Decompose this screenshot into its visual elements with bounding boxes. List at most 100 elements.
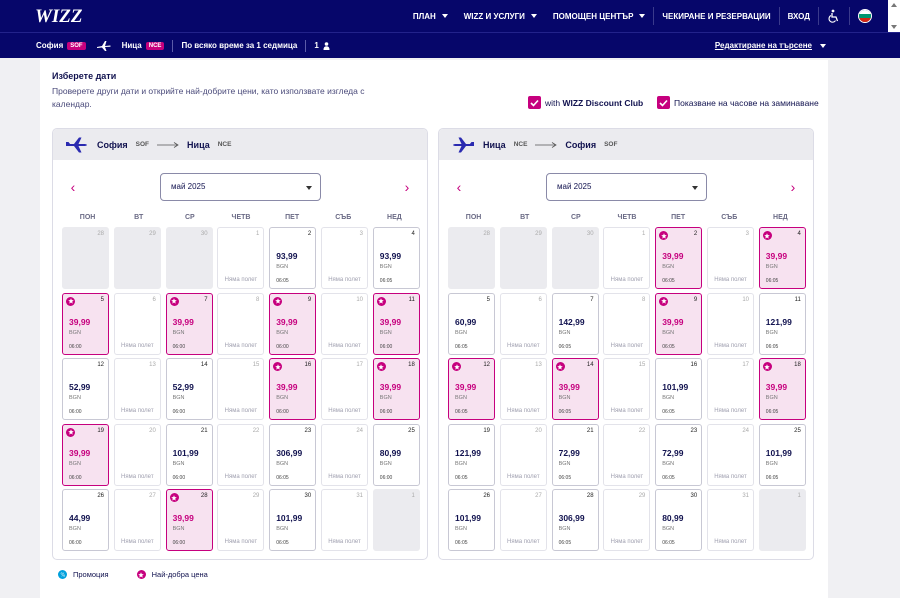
checkbox-checked-icon[interactable] <box>528 96 541 109</box>
fare-price: 39,99 <box>455 382 477 392</box>
month-select[interactable]: май 2025 <box>160 173 321 201</box>
nav-login[interactable]: ВХОД <box>780 0 818 32</box>
calendar-day[interactable]: 5 60,99 BGN 06:05 <box>448 292 495 355</box>
calendar-day[interactable]: 30 80,99 BGN 06:05 <box>655 489 703 551</box>
calendar-day[interactable]: 21 101,99 BGN 06:00 <box>165 423 213 486</box>
calendar-day-best-price[interactable]: 19 39,99 BGN 06:00 <box>62 423 109 486</box>
chevron-down-icon <box>820 43 826 48</box>
calendar-day[interactable]: 12 52,99 BGN 06:00 <box>62 358 109 420</box>
calendar-day[interactable]: 11 121,99 BGN 06:05 <box>758 292 806 355</box>
day-number: 5 <box>486 296 490 303</box>
day-number: 22 <box>638 427 646 434</box>
calendar-day-best-price[interactable]: 18 39,99 BGN 06:00 <box>372 358 420 420</box>
calendar-day-best-price[interactable]: 7 39,99 BGN 06:00 <box>165 292 213 355</box>
departure-time: 06:05 <box>455 474 468 481</box>
departure-time: 06:05 <box>558 540 572 546</box>
accessibility-button[interactable] <box>819 0 849 32</box>
scroll-up-icon <box>891 3 897 7</box>
calendar-day[interactable]: 7 142,99 BGN 06:05 <box>551 292 599 355</box>
legend-promo: % Промоция <box>58 570 109 579</box>
departure-time: 06:00 <box>172 409 186 415</box>
fare-currency: BGN <box>276 395 289 401</box>
checkbox-checked-icon[interactable] <box>657 96 670 109</box>
calendar-day-best-price[interactable]: 11 39,99 BGN 06:00 <box>372 292 420 355</box>
day-number: 29 <box>149 231 156 237</box>
calendar-day-best-price[interactable]: 2 39,99 BGN 06:05 <box>655 227 703 289</box>
calendar-day-no-flight: 3 Няма полет <box>707 227 754 289</box>
calendar-day-best-price[interactable]: 5 39,99 BGN 06:00 <box>62 292 109 355</box>
discount-club-checkbox[interactable]: with WIZZ Discount Club <box>528 96 643 109</box>
calendar-day[interactable]: 2 93,99 BGN 06:05 <box>269 227 317 289</box>
edit-search-button[interactable]: Редактиране на търсене <box>715 41 826 50</box>
calendar-day-no-flight: 27 Няма полет <box>499 489 547 551</box>
calendar-day[interactable]: 4 93,99 BGN 06:05 <box>372 227 420 289</box>
calendar-day-best-price[interactable]: 14 39,99 BGN 06:05 <box>551 358 599 420</box>
chevron-down-icon <box>530 14 537 18</box>
calendar-day[interactable]: 25 80,99 BGN 06:00 <box>372 423 420 486</box>
next-month-button[interactable]: › <box>787 180 799 194</box>
departure-time: 06:05 <box>455 409 468 415</box>
calendar-day-outside-month: 30 <box>165 227 213 289</box>
calendar-day-best-price[interactable]: 4 39,99 BGN 06:05 <box>758 227 806 289</box>
departure-time: 06:05 <box>455 343 468 350</box>
fare-currency: BGN <box>558 395 571 401</box>
calendar-day[interactable]: 25 101,99 BGN 06:05 <box>758 423 806 486</box>
day-number: 29 <box>535 231 542 237</box>
fare-price: 101,99 <box>172 447 199 458</box>
weekday-label: СЪБ <box>721 214 738 221</box>
next-month-button[interactable]: › <box>401 180 413 194</box>
no-flight-label: Няма полет <box>328 342 361 349</box>
calendar-day-no-flight: 20 Няма полет <box>499 423 547 486</box>
fare-currency: BGN <box>379 395 392 401</box>
destination-city: Ница <box>121 41 142 50</box>
calendar-day[interactable]: 19 121,99 BGN 06:05 <box>448 423 495 486</box>
calendar-day[interactable]: 16 101,99 BGN 06:05 <box>655 358 703 420</box>
weekday-header: ПОН ВТ СР ЧЕТВ ПЕТ СЪБ НЕД <box>448 214 806 221</box>
prev-month-button[interactable]: ‹ <box>67 180 79 194</box>
show-times-checkbox[interactable]: Показване на часове на заминаване <box>657 96 819 109</box>
scrollbar[interactable] <box>888 0 900 32</box>
calendar-day-best-price[interactable]: 28 39,99 BGN 06:00 <box>165 489 213 551</box>
fare-price: 80,99 <box>379 447 402 458</box>
calendar-day-best-price[interactable]: 9 39,99 BGN 06:05 <box>655 292 703 355</box>
day-number: 30 <box>304 493 312 499</box>
calendar-day[interactable]: 30 101,99 BGN 06:05 <box>269 489 317 551</box>
day-number: 3 <box>745 231 749 237</box>
airplane-icon <box>453 137 474 152</box>
month-select[interactable]: май 2025 <box>546 173 707 201</box>
nav-checkin-bookings[interactable]: ЧЕКИРАНЕ И РЕЗЕРВАЦИИ <box>654 0 778 32</box>
nav-plan[interactable]: ПЛАН <box>405 0 456 32</box>
no-flight-label: Няма полет <box>507 342 540 349</box>
calendar-day[interactable]: 21 72,99 BGN 06:05 <box>551 423 599 486</box>
fare-currency: BGN <box>69 460 81 467</box>
calendar-day-best-price[interactable]: 18 39,99 BGN 06:05 <box>758 358 806 420</box>
discount-club-prefix: with <box>545 97 563 108</box>
day-number: 27 <box>149 493 156 499</box>
calendar-day[interactable]: 26 101,99 BGN 06:05 <box>448 489 495 551</box>
best-price-star-icon <box>659 296 669 306</box>
prev-month-button[interactable]: ‹ <box>453 180 465 194</box>
calendar-day-best-price[interactable]: 9 39,99 BGN 06:00 <box>269 292 317 355</box>
calendar-day[interactable]: 14 52,99 BGN 06:00 <box>165 358 213 420</box>
calendar-day-best-price[interactable]: 16 39,99 BGN 06:00 <box>269 358 317 420</box>
calendar-day[interactable]: 26 44,99 BGN 06:00 <box>62 489 109 551</box>
calendar-day-no-flight: 15 Няма полет <box>217 358 265 420</box>
wizz-logo[interactable]: WIZZ <box>34 3 88 27</box>
day-number: 21 <box>200 427 208 434</box>
calendar-day[interactable]: 28 306,99 BGN 06:05 <box>551 489 599 551</box>
nav-wizz-services[interactable]: WIZZ И УСЛУГИ <box>456 0 545 32</box>
svg-text:%: % <box>61 573 66 578</box>
fare-price: 121,99 <box>765 316 792 327</box>
fare-price: 39,99 <box>69 316 91 327</box>
calendar-day[interactable]: 23 306,99 BGN 06:05 <box>269 423 317 486</box>
arrow-right-icon <box>157 141 179 148</box>
day-number: 14 <box>586 362 594 368</box>
calendar-day-no-flight: 13 Няма полет <box>499 358 547 420</box>
day-number: 12 <box>483 362 490 368</box>
calendar-day-best-price[interactable]: 12 39,99 BGN 06:05 <box>448 358 495 420</box>
nav-help-center[interactable]: ПОМОЩЕН ЦЕНТЪР <box>545 0 653 32</box>
weekday-label: НЕД <box>773 214 788 221</box>
calendar-day[interactable]: 23 72,99 BGN 06:05 <box>655 423 703 486</box>
destination-code-badge: NCE <box>145 41 165 50</box>
language-selector[interactable] <box>850 0 880 32</box>
